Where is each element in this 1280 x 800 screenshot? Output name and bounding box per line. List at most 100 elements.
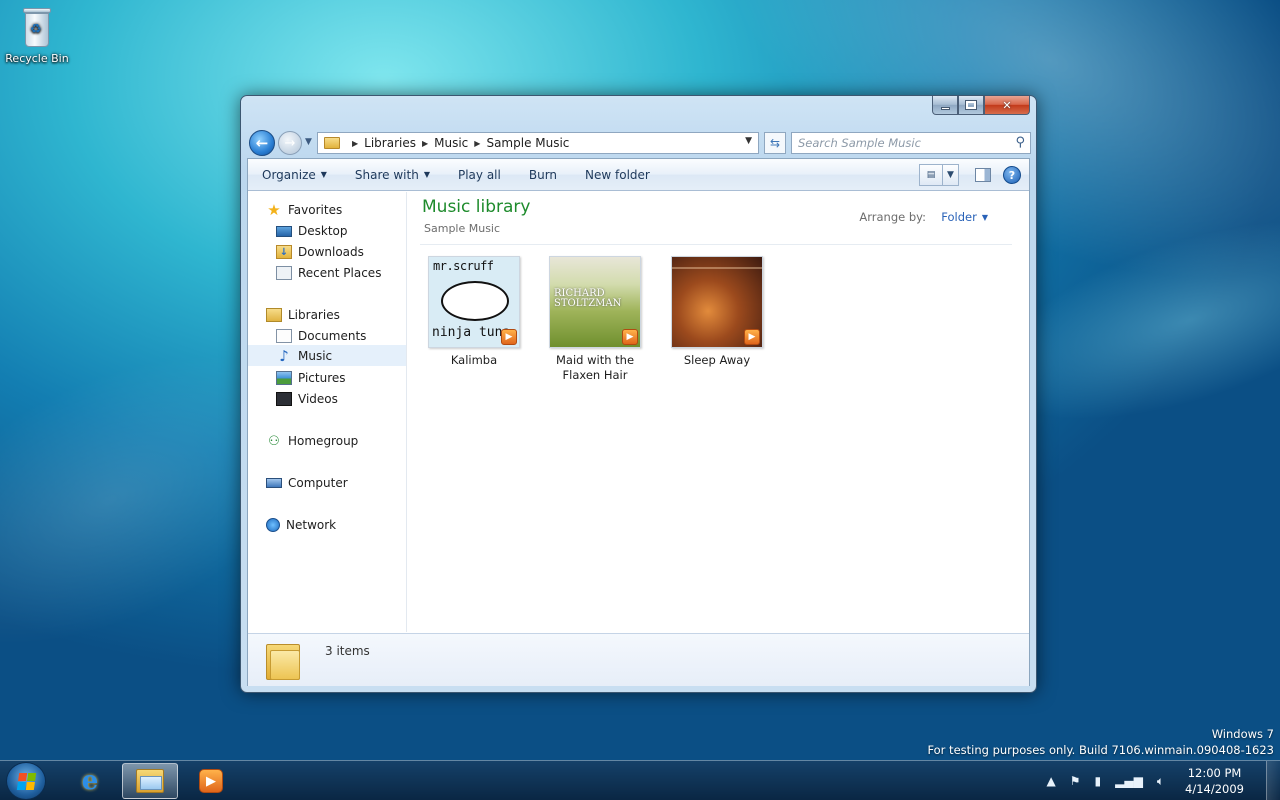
chevron-down-icon: ▼	[981, 212, 988, 222]
file-item-maid-with-the-flaxen-hair[interactable]: RICHARD STOLTZMAN ▶ Maid with the Flaxen…	[535, 256, 655, 383]
star-icon: ★	[267, 201, 281, 219]
music-note-icon: ♪	[279, 346, 289, 365]
recycle-bin-icon: ♻	[22, 6, 52, 48]
media-player-badge-icon: ▶	[622, 329, 638, 345]
videos-icon	[276, 392, 292, 406]
view-options-dropdown[interactable]: ▼	[943, 164, 959, 186]
start-button[interactable]	[6, 762, 46, 800]
taskbar: e ▶ ▲ ⚑ ▮ ▂▄▆ 🔈︎ 12:00 PM 4/14/2009	[0, 760, 1280, 800]
nav-item-recent-places[interactable]: Recent Places	[276, 263, 381, 283]
burn-button[interactable]: Burn	[515, 168, 571, 182]
nav-item-pictures[interactable]: Pictures	[276, 368, 346, 388]
nav-item-libraries[interactable]: Libraries	[266, 305, 340, 325]
nav-item-desktop[interactable]: Desktop	[276, 221, 348, 241]
taskbar-windows-explorer[interactable]	[122, 763, 178, 799]
play-all-button[interactable]: Play all	[444, 168, 515, 182]
network-signal-icon[interactable]: ▂▄▆	[1115, 774, 1143, 788]
library-subtitle: Sample Music	[424, 222, 501, 235]
nav-item-downloads[interactable]: ↓ Downloads	[276, 242, 364, 262]
file-name: Kalimba	[450, 353, 498, 367]
desktop-icon-label: Recycle Bin	[5, 52, 69, 65]
homegroup-icon: ⚇	[268, 433, 280, 449]
navigation-pane: ★ Favorites Desktop ↓ Downloads Recent Pla…	[248, 192, 407, 632]
organize-button[interactable]: Organize ▼	[248, 168, 341, 182]
breadcrumb-libraries[interactable]: Libraries	[364, 136, 416, 150]
clock-date: 4/14/2009	[1185, 782, 1244, 796]
arrange-by-label: Arrange by:	[859, 210, 926, 224]
organize-label: Organize	[262, 167, 316, 182]
back-button[interactable]: ←	[249, 130, 275, 156]
show-desktop-button[interactable]	[1266, 761, 1280, 800]
recent-pages-dropdown[interactable]: ▼	[305, 137, 312, 147]
action-center-flag-icon[interactable]: ⚑	[1070, 774, 1081, 788]
arrange-by-value: Folder	[941, 210, 977, 224]
search-input[interactable]: Search Sample Music ⚲	[791, 132, 1031, 154]
album-art-thumbnail: RICHARD STOLTZMAN ▶	[549, 256, 641, 348]
change-view-button[interactable]: ▤	[919, 164, 943, 186]
show-hidden-icons-icon[interactable]: ▲	[1047, 774, 1056, 788]
breadcrumb-sample-music[interactable]: Sample Music	[486, 136, 569, 150]
address-history-dropdown[interactable]: ▼	[745, 136, 752, 146]
preview-pane-button[interactable]	[975, 168, 991, 182]
nav-item-videos[interactable]: Videos	[276, 389, 338, 409]
power-icon[interactable]: ▮	[1095, 774, 1102, 788]
file-name-line-2: Flaxen Hair	[562, 368, 628, 382]
album-art-thumbnail: mr.scruff ninja tuna ▶	[428, 256, 520, 348]
file-item-sleep-away[interactable]: ▶ Sleep Away	[657, 256, 777, 368]
search-placeholder: Search Sample Music	[798, 136, 921, 150]
maximize-button[interactable]	[958, 96, 984, 115]
library-title: Music library	[422, 197, 531, 217]
windows-media-player-icon: ▶	[199, 769, 223, 793]
nav-label: Documents	[298, 329, 367, 343]
address-bar[interactable]: ▶ Libraries ▶ Music ▶ Sample Music ▼	[317, 132, 759, 154]
nav-item-computer[interactable]: Computer	[266, 473, 348, 493]
clock-time: 12:00 PM	[1187, 766, 1242, 780]
nav-item-documents[interactable]: Documents	[276, 326, 366, 346]
help-button[interactable]: ?	[1003, 166, 1021, 184]
nav-label: Libraries	[288, 308, 340, 322]
documents-icon	[276, 329, 292, 343]
volume-icon[interactable]: 🔈︎	[1157, 774, 1164, 789]
nav-label: Music	[298, 348, 333, 363]
album-art-text: mr.scruff	[433, 259, 494, 273]
file-name: Sleep Away	[683, 353, 751, 367]
windows-explorer-icon	[136, 769, 164, 793]
nav-item-homegroup[interactable]: ⚇ Homegroup	[266, 431, 358, 451]
taskbar-windows-media-player[interactable]: ▶	[183, 763, 239, 799]
clock[interactable]: 12:00 PM 4/14/2009	[1185, 765, 1244, 797]
new-folder-button[interactable]: New folder	[571, 168, 664, 182]
forward-arrow-icon: →	[284, 135, 296, 151]
breadcrumb-separator-icon[interactable]: ▶	[352, 139, 358, 148]
view-icon: ▤	[926, 170, 936, 180]
arrange-by-dropdown[interactable]: Folder ▼	[941, 210, 988, 224]
nav-item-favorites[interactable]: ★ Favorites	[266, 200, 342, 220]
breadcrumb-music[interactable]: Music	[434, 136, 468, 150]
notification-area: ▲ ⚑ ▮ ▂▄▆ 🔈︎ 12:00 PM 4/14/2009	[1040, 761, 1244, 800]
minimize-button[interactable]	[932, 96, 958, 115]
album-art-thumbnail: ▶	[671, 256, 763, 348]
file-item-kalimba[interactable]: mr.scruff ninja tuna ▶ Kalimba	[414, 256, 534, 368]
close-button[interactable]: ✕	[984, 96, 1030, 115]
forward-button[interactable]: →	[278, 131, 302, 155]
breadcrumb-separator-icon[interactable]: ▶	[422, 139, 428, 148]
share-with-button[interactable]: Share with ▼	[341, 168, 444, 182]
desktop-icon-recycle-bin[interactable]: ♻ Recycle Bin	[4, 6, 70, 65]
watermark-product: Windows 7	[1211, 727, 1274, 741]
watermark-build: For testing purposes only. Build 7106.wi…	[927, 743, 1274, 757]
breadcrumb-separator-icon[interactable]: ▶	[474, 139, 480, 148]
nav-item-network[interactable]: Network	[266, 515, 336, 535]
nav-label: Pictures	[298, 371, 346, 385]
build-watermark: Windows 7 For testing purposes only. Bui…	[927, 726, 1274, 758]
minimize-icon	[940, 106, 950, 110]
nav-label: Computer	[288, 476, 348, 490]
album-art-text: ninja tuna	[432, 325, 511, 340]
nav-item-music[interactable]: ♪ Music	[248, 345, 406, 366]
album-art-text: RICHARD STOLTZMAN	[554, 288, 622, 309]
libraries-icon	[266, 308, 282, 322]
pictures-icon	[276, 371, 292, 385]
share-with-label: Share with	[354, 167, 419, 182]
taskbar-internet-explorer[interactable]: e	[62, 763, 118, 799]
nav-label: Downloads	[298, 245, 364, 259]
explorer-window: ✕ ← → ▼ ▶ Libraries ▶ Music ▶ Sample Mus…	[240, 95, 1037, 693]
refresh-button[interactable]: ⇆	[764, 132, 786, 154]
